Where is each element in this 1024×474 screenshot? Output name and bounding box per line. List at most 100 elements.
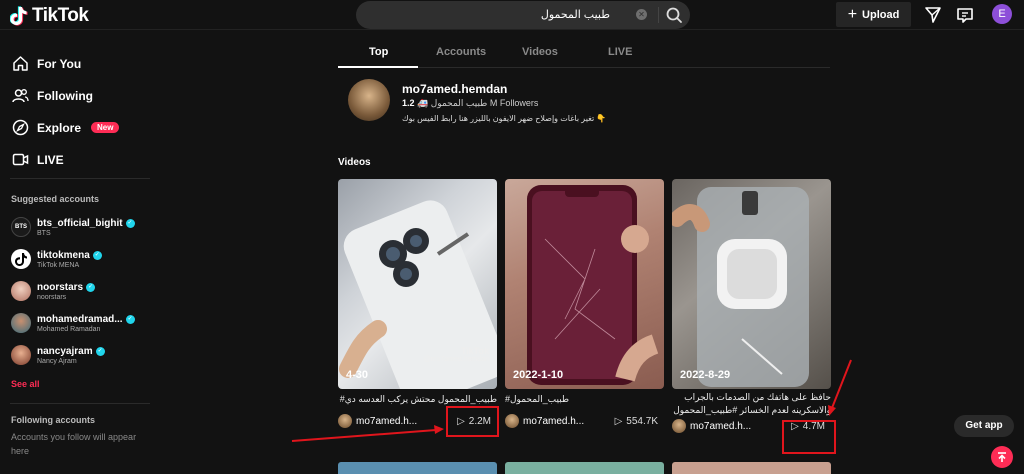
creator-name[interactable]: mo7amed.h... (523, 416, 615, 427)
account-subtitle: Nancy Ajram (37, 357, 77, 365)
video-meta-row: mo7amed.h... ▷ 554.7K (505, 413, 664, 429)
phone-illustration (672, 187, 809, 387)
account-name: bts_official_bighit (37, 217, 123, 229)
account-subtitle: TikTok MENA (37, 261, 80, 269)
creator-name[interactable]: mo7amed.h... (356, 416, 457, 427)
creator-avatar[interactable] (672, 419, 686, 433)
suggested-account[interactable]: noorstars ✓ noorstars (11, 281, 96, 301)
account-subtitle: noorstars (37, 293, 67, 301)
back-to-top-button[interactable] (991, 446, 1013, 468)
video-date: 2022-8-29 (680, 369, 731, 381)
video-thumbnail[interactable] (672, 462, 831, 474)
divider (10, 178, 150, 179)
video-watermark: TikTok @mo7amed.hemdan (424, 346, 489, 363)
video-description: #طبيب_المحمول (505, 394, 570, 404)
avatar (11, 281, 31, 301)
account-meta: طبيب المحمول 🚑 1.2 M Followers (402, 98, 538, 109)
nav-label: For You (37, 56, 82, 71)
search-icon (666, 7, 682, 23)
play-icon: ▷ (614, 415, 623, 427)
display-name: طبيب المحمول (430, 98, 488, 108)
videos-section-title: Videos (338, 157, 371, 168)
creator-name[interactable]: mo7amed.h... (690, 421, 791, 432)
phone-illustration (527, 185, 659, 385)
tiktok-logo[interactable]: TikTok (10, 5, 89, 27)
flag-icon: 🚑 (417, 98, 429, 108)
nav-label: LIVE (37, 152, 64, 167)
sidebar: For You Following Explore New LIVE Sugge… (0, 30, 160, 471)
tab-accounts[interactable]: Accounts (436, 46, 486, 58)
video-thumbnail[interactable]: 2022-1-10 (505, 179, 664, 389)
search-input[interactable]: طبيب المحمول (541, 8, 610, 21)
search-button[interactable] (662, 4, 686, 26)
nav-following[interactable]: Following (12, 87, 93, 104)
account-subtitle: BTS (37, 229, 51, 237)
video-card[interactable]: 2022-8-29 حافظ على هاتفك من الصدمات بالج… (672, 179, 831, 434)
nav-label: Explore (37, 120, 82, 135)
avatar (11, 249, 31, 269)
suggested-account[interactable]: nancyajram ✓ Nancy Ajram (11, 345, 105, 365)
account-name: nancyajram (37, 345, 93, 357)
view-count-value: 554.7K (626, 415, 658, 427)
watermark-brand: TikTok (460, 346, 489, 356)
search-tabs: Top Accounts Videos LIVE (338, 30, 830, 68)
verified-icon: ✓ (92, 250, 102, 260)
nav-explore[interactable]: Explore New (12, 119, 120, 136)
avatar: BTS (11, 217, 31, 237)
account-username[interactable]: mo7amed.hemdan (402, 82, 507, 96)
video-card[interactable]: 2022-1-10 #طبيب_المحمول mo7amed.h... ▷ 55… (505, 179, 664, 429)
plus-icon: + (847, 5, 858, 23)
account-name: noorstars (37, 281, 84, 293)
video-thumbnail[interactable]: TikTok @mo7amed.hemdan 4-30 (338, 179, 497, 389)
view-count: ▷ 554.7K (615, 416, 664, 427)
tab-top[interactable]: Top (369, 46, 388, 58)
following-accounts-title: Following accounts (11, 415, 96, 425)
nav-live[interactable]: LIVE (12, 151, 64, 168)
suggested-account[interactable]: BTS bts_official_bighit ✓ BTS (11, 217, 135, 237)
users-icon (12, 89, 29, 103)
verified-icon: ✓ (86, 282, 96, 292)
nav-for-you[interactable]: For You (12, 55, 81, 72)
new-badge: New (91, 122, 120, 133)
arrow-up-icon (998, 452, 1006, 462)
get-app-button[interactable]: Get app (954, 415, 1014, 437)
highlight-box (446, 406, 499, 437)
avatar (11, 345, 31, 365)
search-bar[interactable]: طبيب المحمول ✕ (356, 1, 690, 29)
upload-label: Upload (862, 8, 900, 21)
account-avatar[interactable] (348, 79, 390, 121)
verified-icon: ✓ (95, 346, 105, 356)
account-name: tiktokmena (37, 249, 90, 261)
profile-avatar[interactable]: E (992, 4, 1012, 24)
video-card[interactable]: TikTok @mo7amed.hemdan 4-30 #طبيب_المحمول… (338, 179, 497, 429)
tab-videos[interactable]: Videos (522, 46, 558, 58)
live-icon (12, 153, 29, 166)
search-divider (658, 7, 659, 23)
video-thumbnail[interactable] (505, 462, 664, 474)
tab-live[interactable]: LIVE (608, 46, 632, 58)
followers-count: 1.2 (402, 98, 415, 108)
home-icon (13, 56, 28, 71)
account-name: mohamedramad... (37, 313, 123, 325)
video-date: 4-30 (346, 369, 369, 381)
clear-search-icon[interactable]: ✕ (636, 9, 647, 20)
upload-button[interactable]: + Upload (836, 2, 911, 27)
suggested-account[interactable]: tiktokmena ✓ TikTok MENA (11, 249, 102, 269)
suggested-account[interactable]: mohamedramad... ✓ Mohamed Ramadan (11, 313, 135, 333)
verified-icon: ✓ (125, 314, 135, 324)
creator-avatar[interactable] (338, 414, 352, 428)
messages-icon[interactable] (956, 6, 974, 24)
highlight-box (782, 420, 836, 454)
video-thumbnail[interactable] (338, 462, 497, 474)
active-tab-indicator (338, 66, 418, 68)
see-all-link[interactable]: See all (11, 379, 40, 389)
verified-icon: ✓ (125, 218, 135, 228)
creator-avatar[interactable] (505, 414, 519, 428)
logo-text: TikTok (32, 5, 89, 26)
video-thumbnail[interactable]: 2022-8-29 (672, 179, 831, 389)
account-bio: تغير باغات وإصلاح ضهر الايفون بالليزر هن… (402, 114, 607, 123)
compass-icon (12, 119, 29, 136)
watermark-user: @mo7amed.hemdan (423, 356, 489, 363)
inbox-send-icon[interactable] (924, 6, 942, 24)
suggested-accounts-title: Suggested accounts (11, 194, 100, 204)
